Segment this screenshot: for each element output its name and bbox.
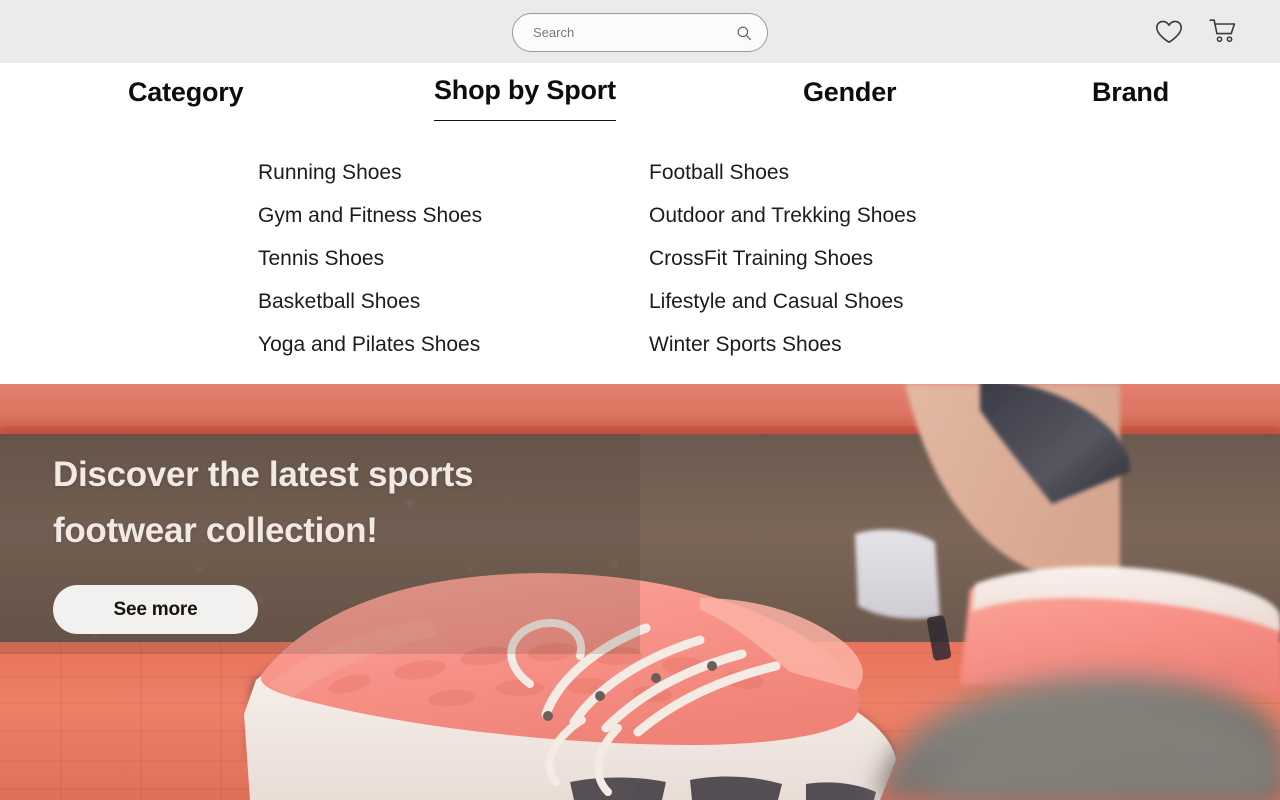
menu-item-football-shoes[interactable]: Football Shoes [649,151,916,194]
hero-content: Discover the latest sports footwear coll… [53,447,593,634]
menu-item-running-shoes[interactable]: Running Shoes [258,151,482,194]
menu-item-crossfit-training-shoes[interactable]: CrossFit Training Shoes [649,237,916,280]
menu-item-tennis-shoes[interactable]: Tennis Shoes [258,237,482,280]
search-icon[interactable] [735,24,753,42]
menu-item-gym-and-fitness-shoes[interactable]: Gym and Fitness Shoes [258,194,482,237]
megamenu-panel: Running Shoes Gym and Fitness Shoes Tenn… [0,121,1280,384]
shopping-cart-icon [1209,19,1236,43]
megamenu-column-2: Football Shoes Outdoor and Trekking Shoe… [649,151,916,366]
topbar-actions [1154,0,1238,63]
see-more-button[interactable]: See more [53,585,258,634]
search-container [512,13,768,52]
menu-item-winter-sports-shoes[interactable]: Winter Sports Shoes [649,323,916,366]
nav-item-shop-by-sport[interactable]: Shop by Sport [434,63,616,122]
main-navigation: Category Shop by Sport Gender Brand [0,63,1280,123]
search-box[interactable] [512,13,768,52]
search-input[interactable] [533,14,735,51]
menu-item-basketball-shoes[interactable]: Basketball Shoes [258,280,482,323]
megamenu-column-1: Running Shoes Gym and Fitness Shoes Tenn… [258,151,482,366]
nav-item-category[interactable]: Category [128,63,244,123]
menu-item-yoga-and-pilates-shoes[interactable]: Yoga and Pilates Shoes [258,323,482,366]
heart-icon [1156,20,1182,43]
menu-item-lifestyle-and-casual-shoes[interactable]: Lifestyle and Casual Shoes [649,280,916,323]
top-bar [0,0,1280,63]
menu-item-outdoor-and-trekking-shoes[interactable]: Outdoor and Trekking Shoes [649,194,916,237]
hero-title: Discover the latest sports footwear coll… [53,455,474,550]
cart-button[interactable] [1208,17,1238,47]
nav-item-brand[interactable]: Brand [1092,63,1169,123]
wishlist-button[interactable] [1154,17,1184,47]
hero-banner: Discover the latest sports footwear coll… [0,384,1280,800]
nav-item-gender[interactable]: Gender [803,63,897,123]
